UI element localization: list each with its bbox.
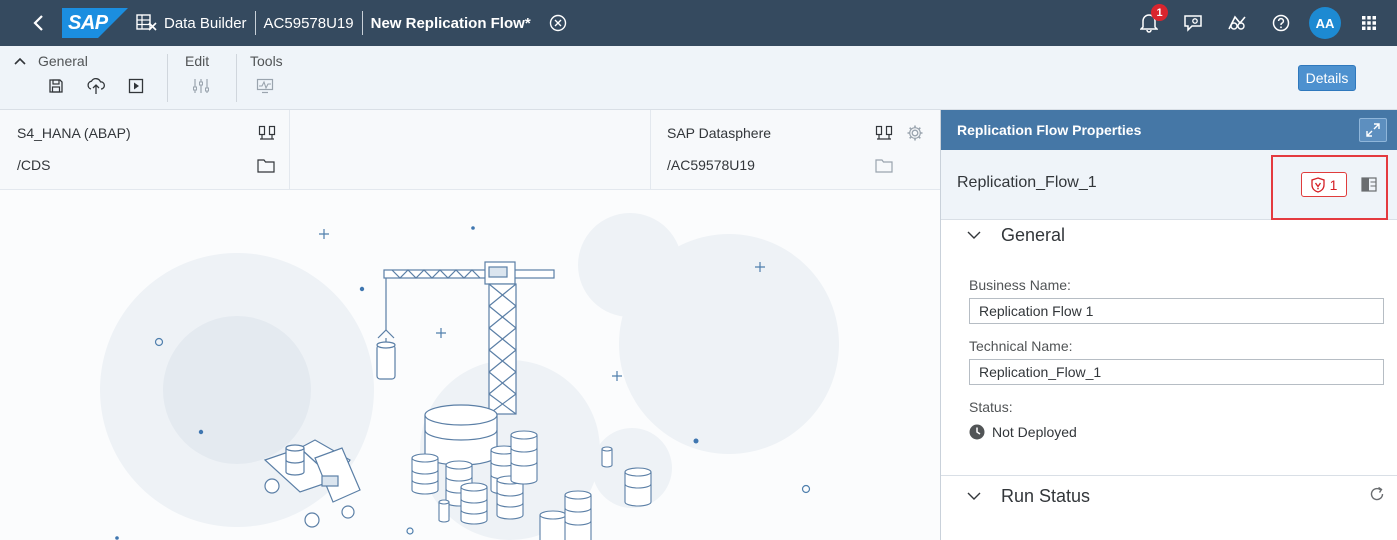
chevron-down-icon[interactable] [967, 491, 981, 501]
business-name-input[interactable]: Replication Flow 1 [969, 298, 1384, 324]
unsaved-marker: * [524, 14, 531, 32]
crumb-separator [254, 11, 256, 35]
document-title: New Replication Flow [370, 14, 525, 32]
sap-logo[interactable]: SAP [62, 8, 128, 38]
save-button[interactable] [36, 74, 76, 98]
toolbar: General Edit Tools Details [0, 46, 1397, 110]
notification-badge: 1 [1151, 4, 1168, 21]
business-name-label: Business Name: [969, 277, 1071, 293]
status-label: Status: [969, 399, 1013, 415]
folder-icon[interactable] [875, 158, 893, 173]
edit-settings-button[interactable] [181, 74, 221, 98]
technical-name-input[interactable]: Replication_Flow_1 [969, 359, 1384, 385]
details-button[interactable]: Details [1298, 65, 1356, 91]
status-value: Not Deployed [992, 424, 1077, 440]
monitor-icon [256, 78, 274, 94]
grid-menu-icon [1362, 16, 1376, 30]
toolbar-group-tools: Tools [250, 52, 285, 98]
technical-name-label: Technical Name: [969, 338, 1073, 354]
run-button[interactable] [116, 74, 156, 98]
product-switch-button[interactable] [1347, 0, 1391, 46]
back-button[interactable] [18, 0, 58, 46]
collaboration-icon [1228, 15, 1246, 30]
avatar: AA [1309, 7, 1341, 39]
chevron-left-icon [33, 15, 43, 31]
section-divider [941, 475, 1397, 476]
app-name[interactable]: Data Builder [164, 15, 247, 32]
panel-header: Replication Flow Properties [941, 110, 1397, 150]
source-connection[interactable]: S4_HANA (ABAP) [17, 125, 131, 141]
save-icon [49, 79, 63, 93]
space-id[interactable]: AC59578U19 [264, 15, 354, 32]
copilot-button[interactable] [1215, 0, 1259, 46]
chat-bubble-icon [1184, 15, 1202, 32]
toolbar-divider [167, 54, 168, 102]
feedback-button[interactable] [1171, 0, 1215, 46]
notifications-button[interactable]: 1 [1127, 0, 1171, 46]
panel-title: Replication Flow Properties [957, 122, 1142, 138]
target-container-path[interactable]: /AC59578U19 [667, 157, 755, 173]
source-container: S4_HANA (ABAP) /CDS [0, 110, 290, 190]
toolbar-group-label: Tools [250, 53, 283, 69]
expand-icon [1366, 123, 1380, 137]
gear-icon[interactable] [906, 124, 924, 142]
run-icon [128, 78, 144, 94]
deploy-button[interactable] [76, 74, 116, 98]
shield-alert-icon [1310, 176, 1325, 193]
section-run-status-title[interactable]: Run Status [1001, 486, 1090, 507]
shell-bar: SAP Data Builder AC59578U19 New Replicat… [0, 0, 1397, 46]
settings-sliders-icon [193, 79, 209, 93]
chevron-down-icon[interactable] [967, 230, 981, 240]
toolbar-group-edit: Edit [185, 52, 221, 98]
sap-logo-text: SAP [68, 12, 108, 34]
data-builder-icon [136, 14, 157, 31]
help-icon [1272, 14, 1290, 32]
close-circle-icon[interactable] [549, 14, 567, 32]
toolbar-divider [236, 54, 237, 102]
toolbar-group-label: General [38, 53, 88, 69]
connection-icon[interactable] [875, 125, 893, 141]
target-connection[interactable]: SAP Datasphere [667, 125, 771, 141]
expand-panel-button[interactable] [1359, 118, 1387, 142]
toolbar-group-label: Edit [185, 53, 210, 69]
source-target-header: S4_HANA (ABAP) /CDS SAP Datasphere /AC59… [0, 110, 940, 190]
empty-canvas-illustration [100, 213, 839, 540]
toolbar-group-general: General [14, 52, 156, 98]
validation-errors-button[interactable]: 1 [1301, 172, 1347, 197]
data-viewer-icon[interactable] [1361, 177, 1377, 192]
source-container-path[interactable]: /CDS [17, 157, 50, 173]
status-value-row: Not Deployed [969, 424, 1077, 440]
user-avatar-button[interactable]: AA [1303, 0, 1347, 46]
section-general-title[interactable]: General [1001, 225, 1065, 246]
monitor-button[interactable] [245, 74, 285, 98]
crumb-separator [361, 11, 363, 35]
flow-canvas[interactable] [0, 190, 940, 540]
folder-icon[interactable] [257, 158, 275, 173]
refresh-icon[interactable] [1369, 486, 1385, 502]
target-container: SAP Datasphere /AC59578U19 [650, 110, 940, 190]
validation-error-count: 1 [1329, 176, 1338, 193]
help-button[interactable] [1259, 0, 1303, 46]
object-title: Replication_Flow_1 [957, 174, 1097, 191]
chevron-up-icon[interactable] [14, 57, 26, 65]
connection-icon[interactable] [258, 125, 276, 141]
clock-icon [969, 424, 985, 440]
deploy-icon [87, 78, 105, 94]
